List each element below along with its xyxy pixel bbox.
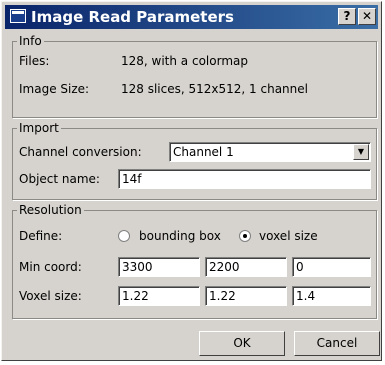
- voxel-size-z-input[interactable]: 1.4: [292, 286, 371, 306]
- info-group: Info Files: 128, with a colormap Image S…: [12, 34, 377, 118]
- voxel-size-radio[interactable]: [239, 230, 251, 242]
- cancel-button[interactable]: Cancel: [294, 331, 380, 356]
- resolution-legend: Resolution: [19, 203, 82, 217]
- title-bar[interactable]: Image Read Parameters ? ✕: [5, 5, 378, 29]
- voxel-size-label: Voxel size:: [19, 289, 82, 303]
- min-coord-label: Min coord:: [19, 260, 82, 274]
- chevron-down-icon[interactable]: ▼: [353, 144, 369, 160]
- close-button[interactable]: ✕: [358, 8, 376, 25]
- object-name-label: Object name:: [19, 172, 100, 186]
- min-coord-x-input[interactable]: 3300: [118, 257, 200, 277]
- files-value: 128, with a colormap: [121, 54, 248, 68]
- channel-conversion-select[interactable]: Channel 1 ▼: [169, 142, 371, 162]
- voxel-size-option-label[interactable]: voxel size: [259, 229, 318, 243]
- image-read-parameters-dialog: Image Read Parameters ? ✕ Info Files: 12…: [1, 1, 382, 361]
- min-coord-z-input[interactable]: 0: [292, 257, 371, 277]
- resolution-group: Resolution Define: bounding box voxel si…: [12, 203, 377, 319]
- import-group: Import Channel conversion: Channel 1 ▼ O…: [12, 121, 377, 200]
- channel-conversion-label: Channel conversion:: [19, 145, 142, 159]
- image-size-value: 128 slices, 512x512, 1 channel: [121, 82, 308, 96]
- ok-button[interactable]: OK: [199, 331, 285, 356]
- help-button[interactable]: ?: [338, 8, 356, 25]
- files-label: Files:: [19, 54, 50, 68]
- min-coord-y-input[interactable]: 2200: [205, 257, 287, 277]
- bounding-box-label[interactable]: bounding box: [139, 229, 221, 243]
- window-icon: [10, 9, 26, 23]
- define-label: Define:: [19, 229, 63, 243]
- bounding-box-radio[interactable]: [118, 230, 130, 242]
- voxel-size-y-input[interactable]: 1.22: [205, 286, 287, 306]
- import-legend: Import: [19, 121, 59, 135]
- object-name-input[interactable]: 14f: [118, 169, 371, 189]
- channel-conversion-value: Channel 1: [173, 145, 234, 159]
- window-title: Image Read Parameters: [31, 8, 234, 26]
- image-size-label: Image Size:: [19, 82, 90, 96]
- info-legend: Info: [19, 34, 42, 48]
- voxel-size-x-input[interactable]: 1.22: [118, 286, 200, 306]
